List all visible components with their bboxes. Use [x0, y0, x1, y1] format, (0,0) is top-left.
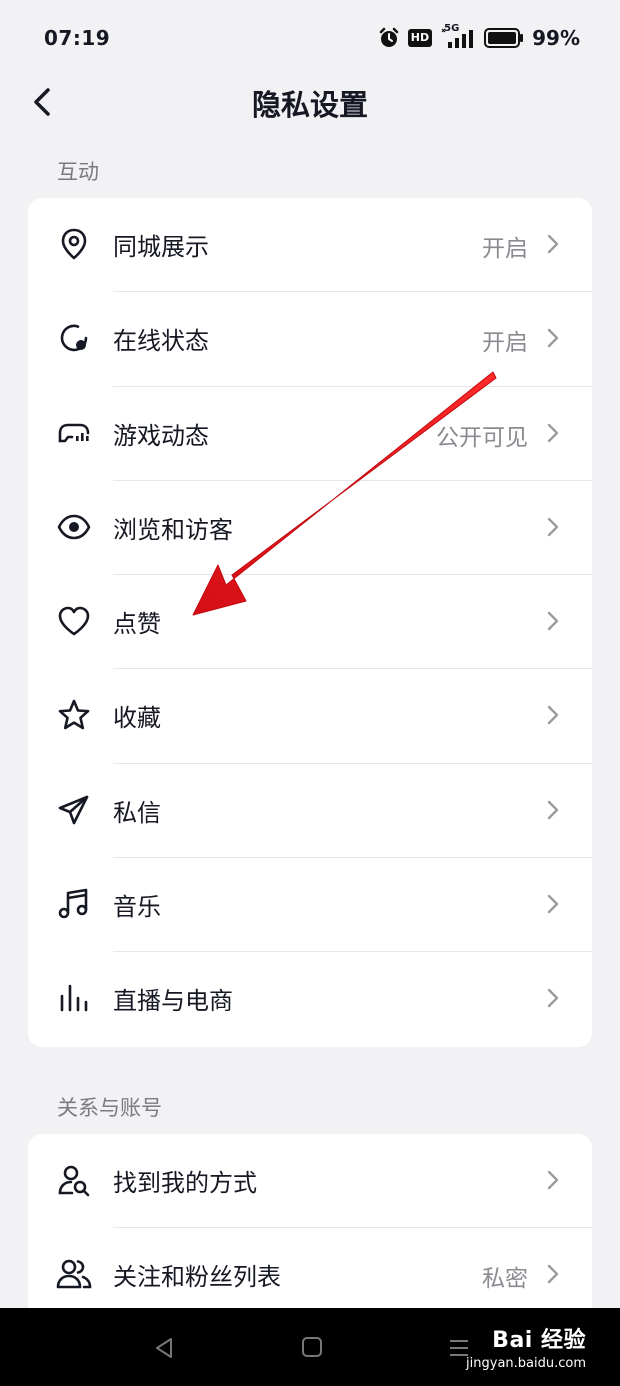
row-find-me[interactable]: 找到我的方式 — [28, 1134, 592, 1229]
interaction-card: 同城展示 开启 在线状态 开启 游戏动态 公开可见 浏览和访客 点赞 收藏 私信… — [28, 198, 592, 1047]
section-header-interaction: 互动 — [57, 160, 99, 184]
row-label: 点赞 — [113, 610, 161, 639]
paper-plane-icon — [58, 795, 89, 825]
status-icons: HD 5G 99% — [378, 23, 580, 52]
row-favorites[interactable]: 收藏 — [28, 669, 592, 764]
home-square-icon[interactable] — [301, 1336, 323, 1358]
row-label: 关注和粉丝列表 — [113, 1263, 281, 1292]
row-label: 直播与电商 — [113, 987, 233, 1016]
battery-icon — [484, 28, 524, 48]
star-icon — [58, 700, 90, 730]
users-icon — [56, 1259, 92, 1289]
row-value: 私密 — [482, 1266, 528, 1293]
status-time: 07:19 — [44, 26, 111, 50]
row-online-status[interactable]: 在线状态 开启 — [28, 292, 592, 387]
row-label: 游戏动态 — [113, 421, 209, 450]
row-label: 在线状态 — [113, 327, 209, 356]
row-game-activity[interactable]: 游戏动态 公开可见 — [28, 387, 592, 481]
chevron-right-icon — [547, 423, 559, 442]
watermark-url: jingyan.baidu.com — [466, 1356, 586, 1371]
chevron-right-icon — [547, 1265, 559, 1284]
row-label: 私信 — [113, 798, 161, 827]
user-search-icon — [58, 1165, 90, 1197]
hd-icon: HD — [407, 29, 433, 47]
row-messages[interactable]: 私信 — [28, 764, 592, 859]
chevron-right-icon — [547, 329, 559, 348]
live-bars-icon — [60, 985, 88, 1012]
chevron-right-icon — [547, 517, 559, 537]
nav-bar: 隐私设置 — [0, 76, 620, 128]
chevron-right-icon — [547, 1170, 559, 1190]
row-value: 公开可见 — [436, 424, 528, 451]
row-label: 收藏 — [113, 704, 161, 733]
row-label: 同城展示 — [113, 233, 209, 261]
watermark-brand: Bai 经验 — [492, 1328, 586, 1353]
row-value: 开启 — [482, 236, 528, 262]
heart-icon — [58, 606, 90, 636]
chevron-right-icon — [547, 706, 559, 725]
relationship-card: 找到我的方式 关注和粉丝列表 私密 — [28, 1134, 592, 1334]
row-music[interactable]: 音乐 — [28, 858, 592, 953]
row-label: 音乐 — [113, 893, 161, 922]
signal-5g-icon: 5G — [440, 23, 476, 50]
eye-icon — [57, 514, 91, 540]
chevron-right-icon — [547, 989, 559, 1008]
music-note-icon — [58, 888, 88, 919]
back-triangle-icon[interactable] — [152, 1336, 176, 1360]
page-title: 隐私设置 — [251, 88, 368, 122]
online-status-icon — [60, 324, 88, 352]
row-likes[interactable]: 点赞 — [28, 575, 592, 670]
system-nav-bar: Bai 经验 jingyan.baidu.com — [0, 1308, 620, 1386]
game-controller-icon — [58, 423, 90, 442]
row-value: 开启 — [482, 330, 528, 357]
chevron-right-icon — [547, 234, 559, 254]
row-live-commerce[interactable]: 直播与电商 — [28, 952, 592, 1046]
location-pin-icon — [61, 228, 87, 260]
row-browse-visitors[interactable]: 浏览和访客 — [28, 481, 592, 576]
chevron-right-icon — [547, 894, 559, 914]
chevron-right-icon — [547, 800, 559, 819]
alarm-icon — [379, 27, 399, 47]
section-header-relationship: 关系与账号 — [57, 1096, 162, 1120]
chevron-right-icon — [547, 611, 559, 631]
row-label: 找到我的方式 — [113, 1169, 257, 1197]
watermark: Bai 经验 jingyan.baidu.com — [466, 1322, 586, 1371]
row-label: 浏览和访客 — [113, 515, 233, 544]
battery-percent: 99% — [532, 26, 580, 50]
status-bar: 07:19 HD 5G 99% — [0, 0, 620, 76]
row-city-display[interactable]: 同城展示 开启 — [28, 198, 592, 293]
